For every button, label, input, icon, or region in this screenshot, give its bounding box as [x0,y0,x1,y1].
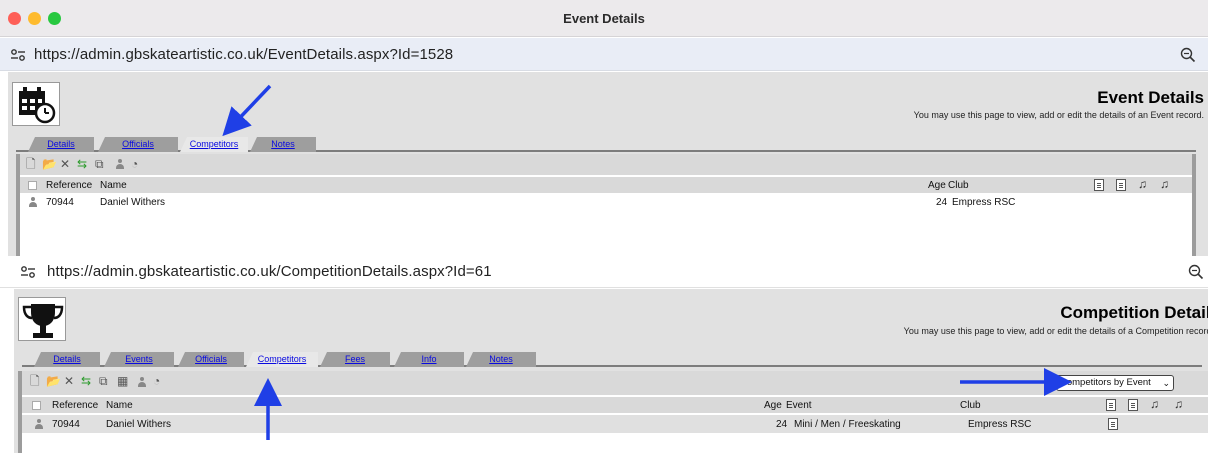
annotation-arrows [222,84,1072,440]
annotation-arrow [222,84,272,137]
